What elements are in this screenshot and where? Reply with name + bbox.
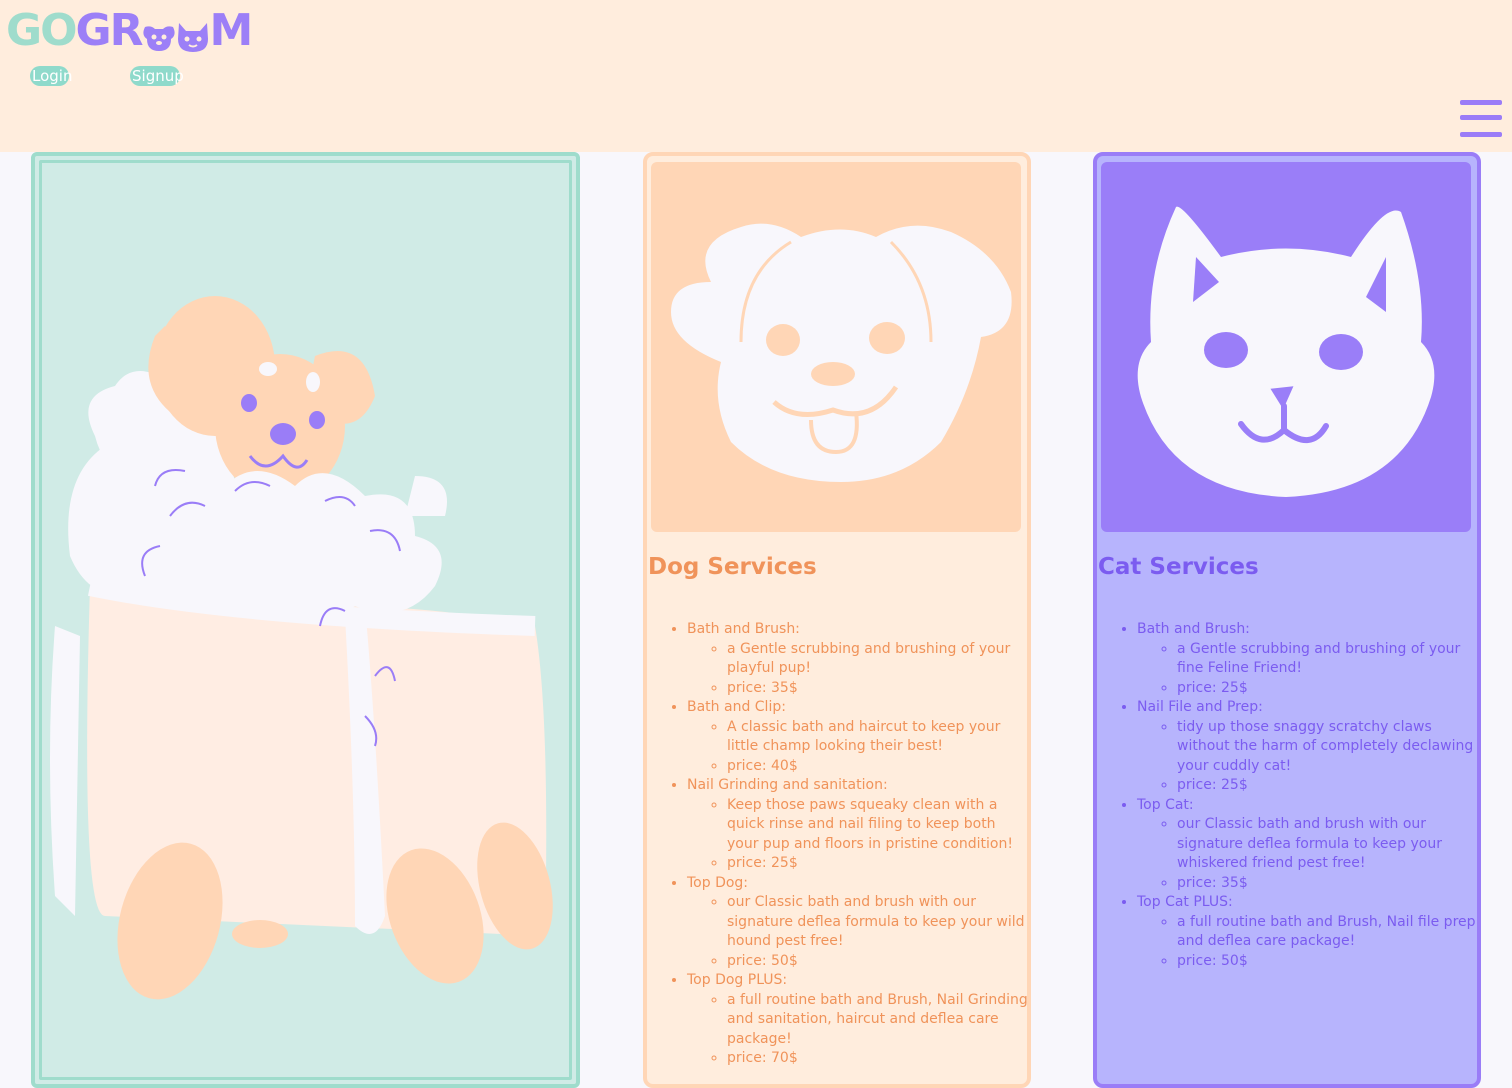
cat-services-title: Cat Services [1098, 554, 1259, 580]
service-description: our Classic bath and brush with our sign… [1177, 815, 1481, 874]
service-price: price: 25$ [1177, 776, 1481, 796]
dog-services-card: Dog Services Bath and Brush: a Gentle sc… [643, 152, 1031, 1088]
list-item: Bath and Brush: a Gentle scrubbing and b… [1137, 620, 1481, 698]
site-header: GO GR M Login Signup [0, 0, 1512, 152]
logo-text-gr: GR [75, 4, 144, 56]
dog-face-icon [671, 223, 1012, 482]
service-price: price: 70$ [727, 1049, 1031, 1069]
service-description: a Gentle scrubbing and brushing of your … [727, 640, 1031, 679]
service-name: Top Cat: [1137, 796, 1194, 813]
list-item: Nail Grinding and sanitation: Keep those… [687, 776, 1031, 874]
service-name: Nail Grinding and sanitation: [687, 777, 888, 793]
cat-face-icon [1137, 206, 1435, 498]
cat-services-card: Cat Services Bath and Brush: a Gentle sc… [1093, 152, 1481, 1088]
service-price: price: 35$ [1177, 874, 1481, 894]
service-description: a Gentle scrubbing and brushing of your … [1177, 640, 1481, 679]
service-name: Bath and Brush: [1137, 621, 1250, 637]
list-item: Top Dog: our Classic bath and brush with… [687, 874, 1031, 972]
service-name: Top Dog: [687, 874, 749, 891]
service-price: price: 40$ [727, 757, 1031, 777]
service-name: Nail File and Prep: [1137, 699, 1263, 715]
service-description: A classic bath and haircut to keep your … [727, 718, 1031, 757]
service-name: Top Cat PLUS: [1137, 894, 1233, 910]
service-price: price: 25$ [1177, 679, 1481, 699]
dog-tile [651, 162, 1021, 532]
list-item: Top Cat: our Classic bath and brush with… [1137, 796, 1481, 894]
list-item: Top Cat PLUS: a full routine bath and Br… [1137, 893, 1481, 971]
bathing-dog-illustration [50, 296, 553, 1000]
service-price: price: 50$ [727, 952, 1031, 972]
cat-services-list: Bath and Brush: a Gentle scrubbing and b… [1097, 620, 1481, 971]
gogroom-logo[interactable]: GO GR M [6, 4, 253, 56]
service-price: price: 25$ [727, 854, 1031, 874]
logo-text-go: GO [6, 4, 78, 56]
service-description: our Classic bath and brush with our sign… [727, 893, 1031, 952]
service-description: a full routine bath and Brush, Nail Grin… [727, 991, 1031, 1050]
logo-cat-icon [175, 15, 211, 52]
service-description: tidy up those snaggy scratchy claws with… [1177, 718, 1481, 777]
list-item: Bath and Brush: a Gentle scrubbing and b… [687, 620, 1031, 698]
logo-text-m: M [209, 4, 254, 56]
service-name: Bath and Brush: [687, 621, 800, 637]
service-price: price: 50$ [1177, 952, 1481, 972]
hero-illustration-panel [31, 152, 580, 1088]
service-name: Top Dog PLUS: [687, 972, 788, 988]
dog-services-title: Dog Services [648, 554, 817, 580]
service-description: a full routine bath and Brush, Nail file… [1177, 913, 1481, 952]
login-button[interactable]: Login [30, 66, 72, 86]
signup-button[interactable]: Signup [130, 66, 184, 86]
logo-dog-icon [141, 15, 177, 51]
service-description: Keep those paws squeaky clean with a qui… [727, 796, 1031, 855]
cat-tile [1101, 162, 1471, 532]
service-price: price: 35$ [727, 679, 1031, 699]
list-item: Nail File and Prep: tidy up those snaggy… [1137, 698, 1481, 796]
dog-services-list: Bath and Brush: a Gentle scrubbing and b… [647, 620, 1031, 1069]
menu-icon[interactable] [1460, 100, 1502, 140]
list-item: Top Dog PLUS: a full routine bath and Br… [687, 971, 1031, 1069]
list-item: Bath and Clip: A classic bath and haircu… [687, 698, 1031, 776]
service-name: Bath and Clip: [687, 699, 786, 715]
